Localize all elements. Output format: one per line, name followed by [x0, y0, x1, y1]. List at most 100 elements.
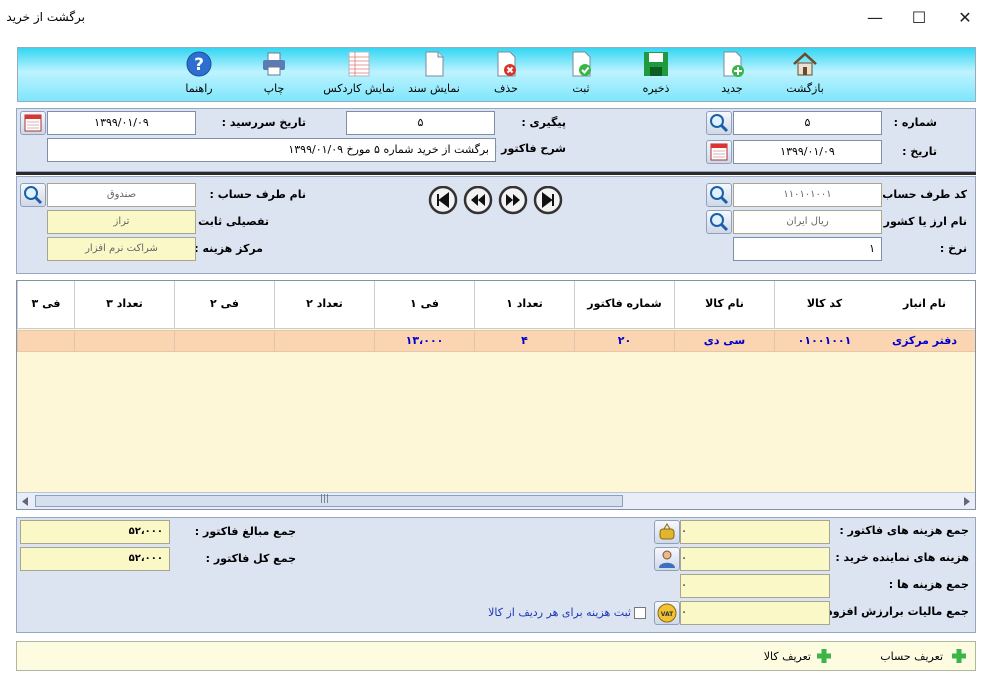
followup-label: پیگیری :: [521, 116, 566, 129]
col-price-1[interactable]: فی ۱: [374, 281, 474, 329]
rate-field[interactable]: ۱: [733, 237, 882, 261]
cell-qty-2[interactable]: [274, 331, 374, 351]
col-item-name[interactable]: نام کالا: [674, 281, 774, 329]
vat-button[interactable]: VAT: [654, 601, 680, 625]
col-price-3[interactable]: فی ۳: [17, 281, 74, 329]
per-row-cost-label[interactable]: ثبت هزینه برای هر ردیف از کالا: [488, 606, 631, 619]
invoice-costs-field[interactable]: ۰: [680, 520, 830, 544]
next-record-button[interactable]: [498, 186, 529, 215]
account-name-field[interactable]: صندوق: [47, 183, 196, 207]
search-icon: [710, 114, 729, 133]
floppy-disk-icon: [644, 52, 668, 76]
cell-qty-1[interactable]: ۴: [474, 331, 574, 351]
svg-text:?: ?: [194, 55, 204, 75]
save-button[interactable]: ذخیره: [618, 50, 694, 100]
due-date-field[interactable]: ۱۳۹۹/۰۱/۰۹: [47, 111, 196, 135]
col-price-2[interactable]: فی ۲: [174, 281, 274, 329]
show-document-button[interactable]: نمایش سند: [396, 50, 472, 100]
cell-price-2[interactable]: [174, 331, 274, 351]
print-button[interactable]: چاپ: [236, 50, 312, 100]
search-account-code-button[interactable]: [706, 183, 732, 207]
search-icon: [710, 186, 729, 205]
cell-price-3[interactable]: [17, 331, 74, 351]
col-item-code[interactable]: کد کالا: [774, 281, 874, 329]
search-number-button[interactable]: [706, 111, 732, 135]
close-button[interactable]: ✕: [948, 4, 982, 32]
search-currency-button[interactable]: [706, 210, 732, 234]
cell-item-name[interactable]: سی دی: [674, 331, 774, 351]
previous-record-button[interactable]: [463, 186, 494, 215]
table-row[interactable]: دفتر مرکزی ۰۱۰۰۱۰۰۱ سی دی ۲۰ ۴ ۱۳،۰۰۰: [17, 330, 975, 352]
invoice-costs-button[interactable]: [654, 520, 680, 544]
new-label: جدید: [721, 82, 743, 95]
help-button[interactable]: ? راهنما: [161, 50, 237, 100]
number-field[interactable]: ۵: [733, 111, 882, 135]
vat-label: جمع مالیات برارزش افزوده :: [812, 605, 969, 618]
col-qty-1[interactable]: تعداد ۱: [474, 281, 574, 329]
currency-field[interactable]: ریال ایران: [733, 210, 882, 234]
agent-costs-label: هزینه های نماینده خرید :: [835, 551, 969, 564]
scroll-left-icon[interactable]: [20, 496, 30, 507]
minimize-button[interactable]: —: [858, 4, 892, 32]
agent-costs-button[interactable]: [654, 547, 680, 571]
cell-warehouse[interactable]: دفتر مرکزی: [874, 331, 975, 351]
last-record-button[interactable]: [533, 186, 564, 215]
invoice-total-field[interactable]: ۵۲،۰۰۰: [20, 547, 170, 571]
search-icon: [24, 186, 43, 205]
svg-text:VAT: VAT: [661, 611, 674, 618]
col-qty-2[interactable]: تعداد ۲: [274, 281, 374, 329]
show-cardex-button[interactable]: نمایش کاردکس: [321, 50, 397, 100]
delete-button[interactable]: حذف: [468, 50, 544, 100]
account-code-field[interactable]: ۱۱۰۱۰۱۰۰۱: [733, 183, 882, 207]
col-qty-3[interactable]: تعداد ۳: [74, 281, 174, 329]
register-label: ثبت: [572, 82, 590, 95]
maximize-button[interactable]: ☐: [902, 4, 936, 32]
cell-qty-3[interactable]: [74, 331, 174, 351]
date-label: تاریخ :: [902, 145, 937, 158]
rate-label: نرخ :: [939, 242, 967, 255]
invoice-amounts-field[interactable]: ۵۲،۰۰۰: [20, 520, 170, 544]
date-calendar-button[interactable]: [706, 140, 732, 164]
followup-field[interactable]: ۵: [346, 111, 495, 135]
items-grid[interactable]: نام انبار کد کالا نام کالا شماره فاکتور …: [16, 280, 976, 510]
define-item-link[interactable]: تعریف کالا: [764, 650, 811, 663]
invoice-desc-label: شرح فاکتور :: [492, 142, 566, 155]
due-date-calendar-button[interactable]: [20, 111, 46, 135]
col-invoice-number[interactable]: شماره فاکتور: [574, 281, 674, 329]
vat-field[interactable]: ۰: [680, 601, 830, 625]
delete-document-icon: [497, 51, 516, 77]
printer-icon: [263, 52, 285, 76]
agent-costs-field[interactable]: ۰: [680, 547, 830, 571]
register-button[interactable]: ثبت: [543, 50, 619, 100]
back-label: بازگشت: [786, 82, 824, 95]
first-record-button[interactable]: [428, 186, 459, 215]
cell-item-code[interactable]: ۰۱۰۰۱۰۰۱: [774, 331, 874, 351]
define-account-link[interactable]: تعریف حساب: [880, 650, 943, 663]
scroll-right-icon[interactable]: [962, 496, 972, 507]
col-warehouse[interactable]: نام انبار: [874, 281, 975, 329]
toolbar: بازگشت جدید ذخیره ثبت حذف نمایش سند نمای…: [17, 47, 976, 102]
money-bag-icon: [659, 523, 675, 540]
cell-price-1[interactable]: ۱۳،۰۰۰: [374, 331, 474, 351]
cell-invoice-number[interactable]: ۲۰: [574, 331, 674, 351]
ledger-icon: [348, 51, 370, 77]
total-costs-field[interactable]: ۰: [680, 574, 830, 598]
detail-field[interactable]: تراز: [47, 210, 196, 234]
search-account-name-button[interactable]: [20, 183, 46, 207]
invoice-amounts-label: جمع مبالغ فاکتور :: [194, 525, 296, 538]
grid-header: نام انبار کد کالا نام کالا شماره فاکتور …: [17, 281, 975, 329]
invoice-desc-field[interactable]: برگشت از خرید شماره ۵ مورخ ۱۳۹۹/۰۱/۰۹: [47, 138, 496, 162]
home-icon: [793, 52, 817, 76]
new-button[interactable]: جدید: [694, 50, 770, 100]
per-row-cost-checkbox[interactable]: [634, 607, 646, 619]
currency-label: نام ارز یا کشور :: [875, 215, 967, 228]
define-item-icon: [815, 647, 833, 668]
scrollbar-thumb[interactable]: |||: [35, 494, 623, 507]
horizontal-scrollbar[interactable]: |||: [17, 492, 975, 509]
date-field[interactable]: ۱۳۹۹/۰۱/۰۹: [733, 140, 882, 164]
vat-icon: VAT: [657, 603, 677, 623]
back-button[interactable]: بازگشت: [767, 50, 843, 100]
print-label: چاپ: [263, 82, 285, 95]
search-icon: [710, 213, 729, 232]
cost-center-field[interactable]: شراکت نرم افزار: [47, 237, 196, 261]
